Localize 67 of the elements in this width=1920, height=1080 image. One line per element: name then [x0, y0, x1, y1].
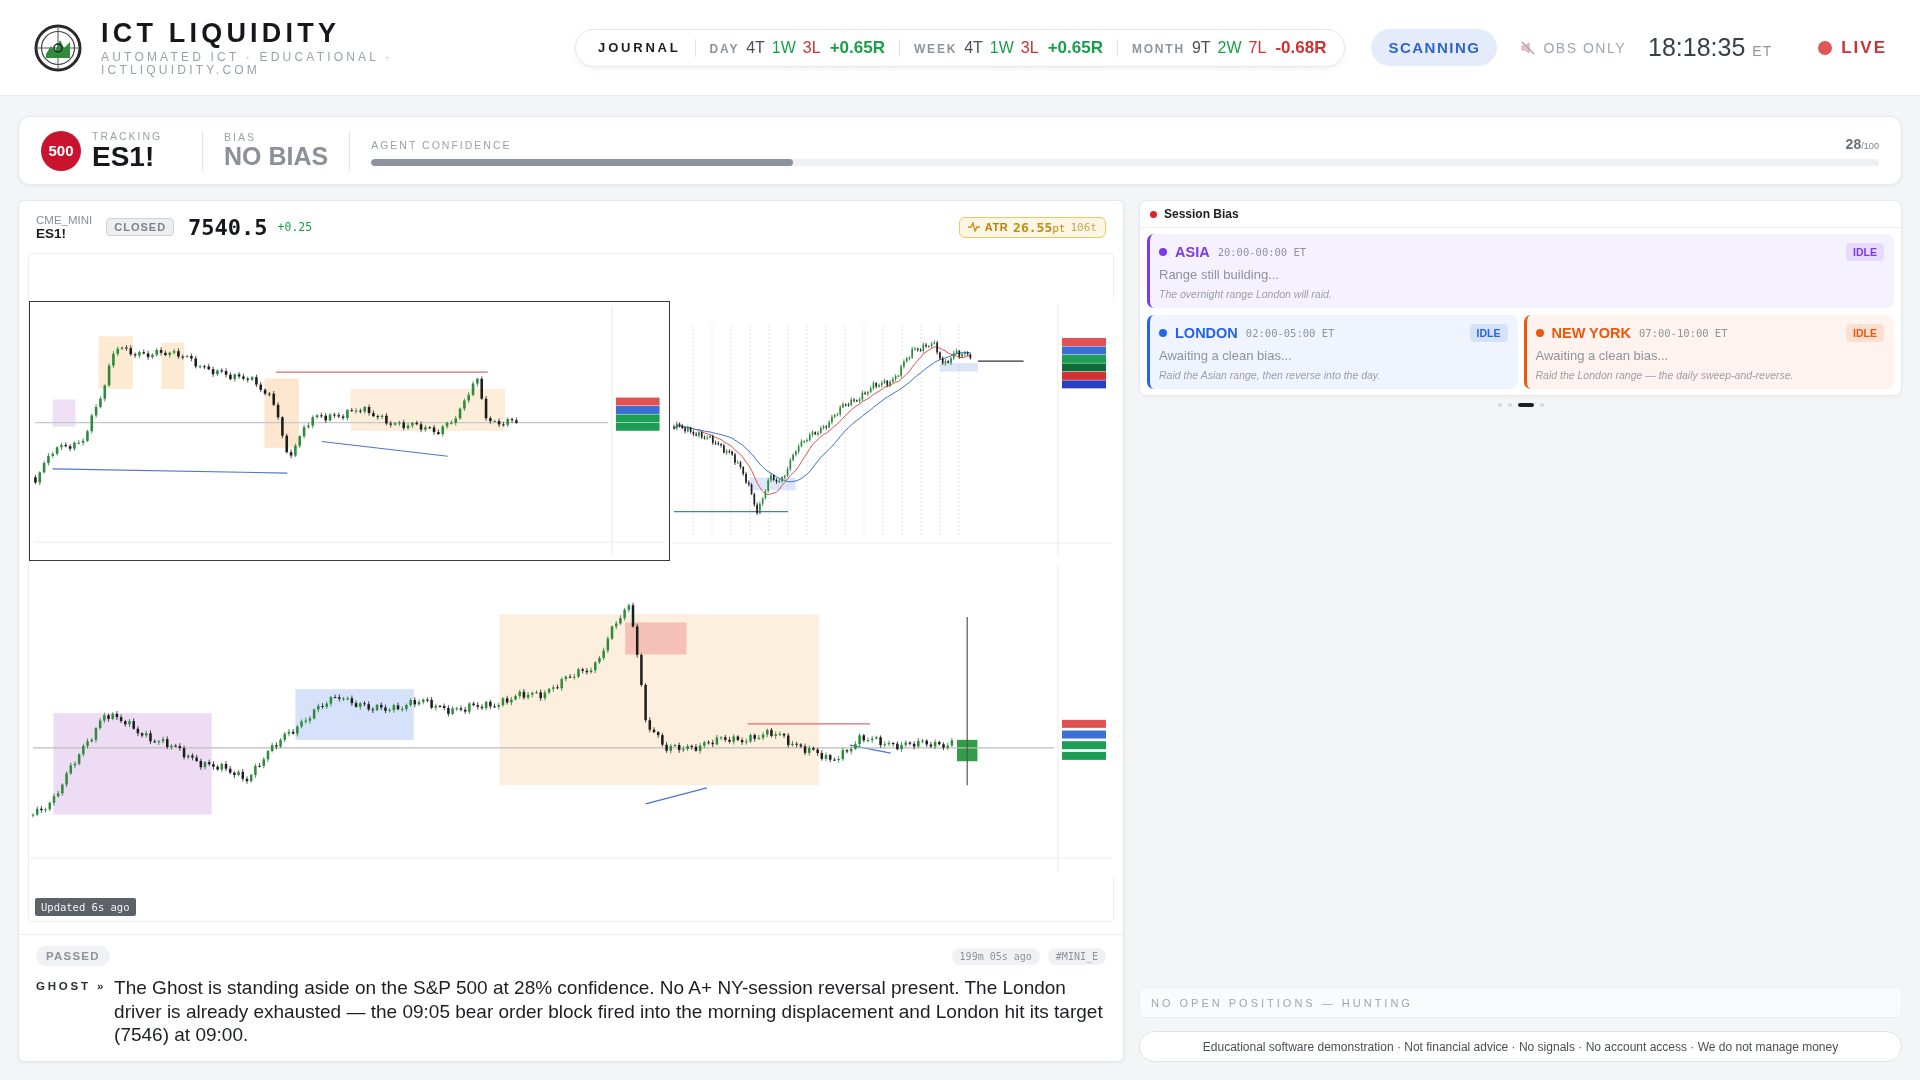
win-count: 1W	[989, 38, 1014, 57]
muted-speaker-icon	[1521, 40, 1536, 55]
mode-label: OBS ONLY	[1543, 39, 1626, 56]
tracked-symbol: ES1!	[92, 141, 156, 172]
session-name: LONDON	[1175, 325, 1238, 341]
loss-count: 7L	[1248, 38, 1267, 57]
loss-count: 3L	[802, 38, 821, 57]
trade-count: 4T	[746, 38, 765, 57]
atr-value: 26.55pt	[1013, 219, 1066, 235]
win-count: 2W	[1217, 38, 1242, 57]
session-message: Awaiting a clean bias...	[1535, 348, 1670, 363]
pulse-line-icon	[967, 222, 980, 232]
verdict-status: PASSED	[36, 946, 110, 966]
session-hours: 02:00-05:00 ET	[1245, 327, 1335, 339]
session-name: ASIA	[1175, 244, 1210, 260]
session-message: Range still building...	[1159, 267, 1280, 282]
confidence-label: AGENT CONFIDENCE	[371, 138, 512, 151]
tracking-label: TRACKING	[92, 129, 164, 142]
session-message: Awaiting a clean bias...	[1159, 348, 1293, 363]
app-title: ICT LIQUIDITY	[101, 18, 342, 49]
elapsed-time: 199m 05s ago	[951, 947, 1040, 965]
section-title: Session Bias	[1164, 207, 1239, 221]
period-label: DAY	[709, 41, 740, 56]
atr-label: ATR	[984, 221, 1009, 233]
exchange-label: CME_MINI	[36, 213, 93, 226]
trade-count: 4T	[964, 38, 983, 57]
r-multiple: +0.65R	[1047, 37, 1103, 58]
period-label: MONTH	[1131, 41, 1185, 56]
author-label: GHOST »	[36, 979, 107, 994]
disclaimer: Educational software demonstration · Not financial advice · No signals · No account access · We do not manage money	[1139, 1031, 1902, 1062]
bias-label: BIAS	[224, 131, 257, 144]
last-price: 7540.5	[188, 214, 268, 240]
session-name: NEW YORK	[1551, 325, 1631, 341]
tracking-badge: 500	[41, 130, 81, 171]
timezone-label: ET	[1752, 43, 1773, 59]
session-status: IDLE	[1469, 324, 1508, 342]
session-status: IDLE	[1846, 243, 1884, 261]
trade-count: 9T	[1191, 38, 1211, 57]
session-status: IDLE	[1846, 324, 1884, 342]
emblem-logo	[34, 23, 82, 72]
session-note: Raid the London range — the daily sweep-and-reverse.	[1535, 369, 1795, 381]
session-hours: 07:00-10:00 ET	[1639, 327, 1728, 339]
verdict-text: The Ghost is standing aside on the S&P 500 at 28% confidence. No A+ NY-session reversal present. The London driver is already exhausted — the 09:05 bear order block fired into the morning displacement and London hit its target (7546) at 09:00.	[114, 976, 1104, 1047]
r-multiple: +0.65R	[829, 37, 885, 58]
journal-label: JOURNAL	[598, 40, 681, 55]
scanning-status: SCANNING	[1371, 29, 1498, 66]
updated-timestamp: Updated 6s ago	[35, 898, 136, 916]
confidence-score: 28/100	[1845, 135, 1879, 152]
signal-tag: #MINI_E	[1047, 947, 1106, 965]
app-subtitle: AUTOMATED ICT · EDUCATIONAL · ICTLIQUIDITY.COM	[101, 51, 394, 77]
market-status-tag: CLOSED	[106, 218, 175, 236]
period-label: WEEK	[913, 41, 958, 56]
live-dot-icon	[1818, 40, 1833, 55]
r-multiple: -0.68R	[1275, 37, 1327, 58]
positions-status: NO OPEN POSITIONS — HUNTING	[1139, 987, 1902, 1018]
bias-value: NO BIAS	[224, 143, 329, 170]
clock-time: 18:18:35	[1648, 33, 1746, 62]
symbol-label: ES1!	[36, 225, 66, 241]
loss-count: 3L	[1020, 38, 1039, 57]
status-dot-icon	[1150, 210, 1157, 218]
atr-ticks: 106t	[1070, 220, 1097, 234]
session-note: Raid the Asian range, then reverse into the day.	[1159, 369, 1382, 381]
session-hours: 20:00-00:00 ET	[1217, 246, 1307, 258]
session-note: The overnight range London will raid.	[1159, 288, 1333, 300]
live-label: LIVE	[1841, 37, 1887, 58]
win-count: 1W	[771, 38, 796, 57]
price-change: +0.25	[277, 220, 313, 234]
